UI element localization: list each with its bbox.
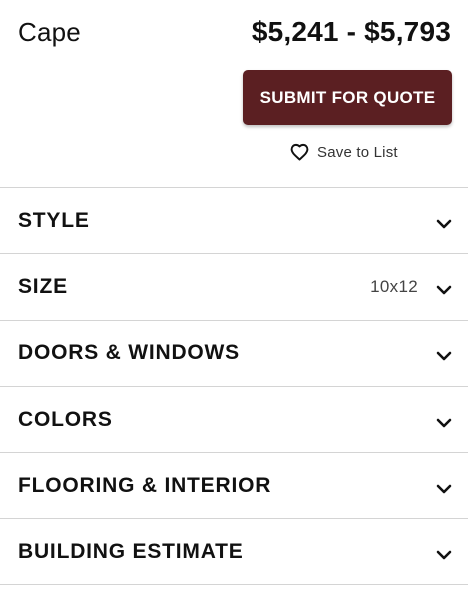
chevron-down-icon xyxy=(436,547,452,559)
chevron-down-icon xyxy=(436,348,452,361)
selected-size-value: 10x12 xyxy=(370,276,418,296)
accordion-size[interactable]: SIZE 10x12 xyxy=(0,253,468,319)
accordion-label: DOORS & WINDOWS xyxy=(18,341,240,365)
accordion-style[interactable]: STYLE xyxy=(0,187,468,253)
save-to-list-link[interactable]: Save to List xyxy=(290,140,398,164)
accordion-colors[interactable]: COLORS xyxy=(0,385,468,452)
chevron-down-icon xyxy=(436,481,452,494)
heart-icon xyxy=(290,143,309,161)
product-title: Cape xyxy=(18,17,81,47)
configuration-accordion: STYLE SIZE 10x12 DOORS & WINDOWS COLORS … xyxy=(0,187,468,585)
chevron-down-icon xyxy=(436,415,452,427)
product-header: Cape $5,241 - $5,793 SUBMIT FOR QUOTE Sa… xyxy=(0,0,468,188)
accordion-label: STYLE xyxy=(18,208,90,232)
accordion-building-estimate[interactable]: BUILDING ESTIMATE xyxy=(0,518,468,585)
save-to-list-label: Save to List xyxy=(317,143,398,161)
accordion-label: SIZE xyxy=(18,274,68,298)
accordion-label: BUILDING ESTIMATE xyxy=(18,539,244,563)
accordion-label: FLOORING & INTERIOR xyxy=(18,473,272,497)
chevron-down-icon xyxy=(436,216,452,228)
accordion-doors-windows[interactable]: DOORS & WINDOWS xyxy=(0,319,468,386)
chevron-down-icon xyxy=(436,282,452,295)
accordion-flooring-interior[interactable]: FLOORING & INTERIOR xyxy=(0,452,468,518)
accordion-label: COLORS xyxy=(18,407,113,431)
price-range: $5,241 - $5,793 xyxy=(251,16,451,47)
submit-for-quote-button[interactable]: SUBMIT FOR QUOTE xyxy=(243,70,452,125)
